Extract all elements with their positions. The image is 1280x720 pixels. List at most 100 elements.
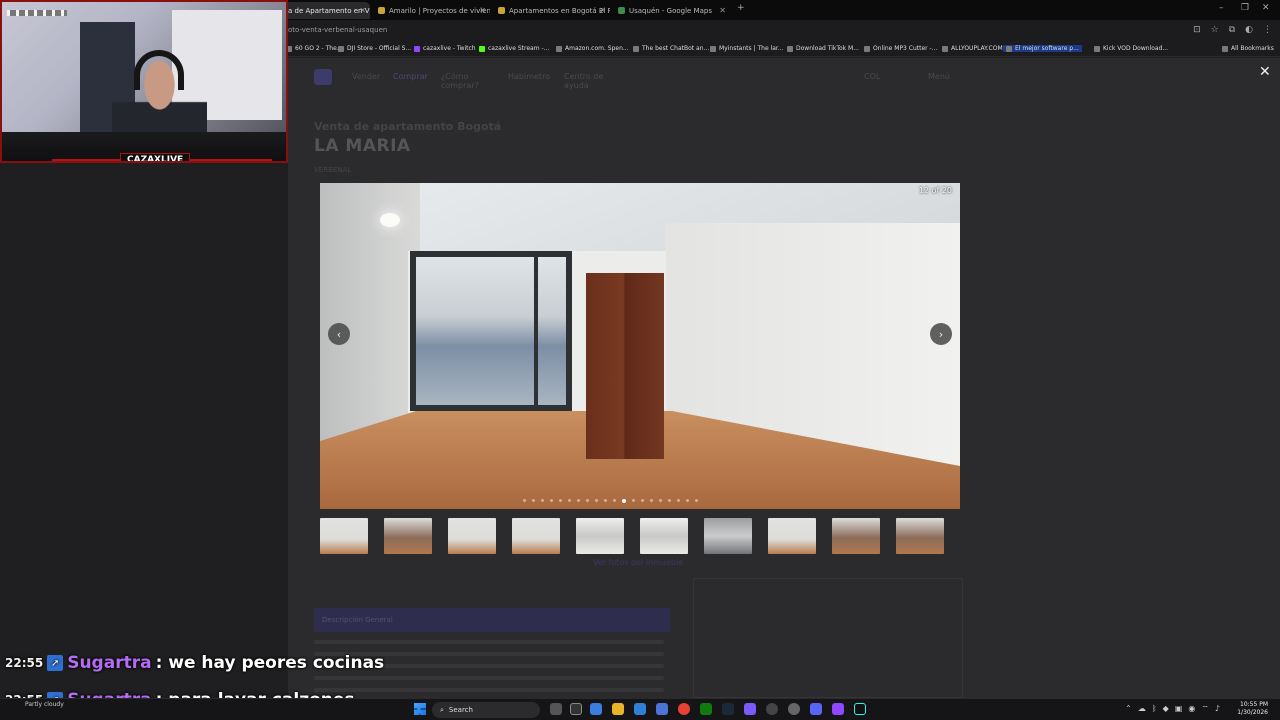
extensions-icon[interactable]: ⧉ — [1229, 25, 1235, 35]
gallery-thumbnail[interactable] — [576, 518, 624, 554]
obs-icon[interactable] — [766, 703, 778, 715]
bookmark[interactable]: El mejor software p... — [1003, 45, 1082, 52]
prev-photo-button[interactable]: ‹ — [328, 323, 350, 345]
taskbar-search[interactable]: ⌕ Search — [432, 702, 540, 718]
twitch-icon[interactable] — [832, 703, 844, 715]
pagination-dot[interactable] — [659, 499, 662, 502]
bookmark-label: cazaxlive Stream -... — [488, 45, 550, 52]
browser-tab[interactable]: Usaquén - Google Maps ✕ — [612, 2, 730, 19]
pagination-dot[interactable] — [650, 499, 653, 502]
gallery-thumbnail[interactable] — [640, 518, 688, 554]
minimize-icon[interactable]: – — [1219, 3, 1224, 13]
clock-date: 1/30/2026 — [1237, 709, 1268, 716]
close-tab-icon[interactable]: ✕ — [599, 6, 606, 15]
kebab-menu-icon[interactable]: ⋮ — [1263, 25, 1272, 35]
pagination-dot[interactable] — [523, 499, 526, 502]
gallery-thumbnail[interactable] — [448, 518, 496, 554]
profile-icon[interactable]: ◐ — [1245, 25, 1253, 35]
url-text[interactable]: oto-venta-verbenal-usaquen — [288, 26, 387, 34]
discord-icon[interactable] — [810, 703, 822, 715]
volume-icon[interactable]: ♪ — [1215, 704, 1220, 714]
gallery-thumbnail[interactable] — [704, 518, 752, 554]
bookmark[interactable]: Online MP3 Cutter -... — [864, 45, 937, 52]
bookmark[interactable]: The best ChatBot an... — [633, 45, 709, 52]
browser-tab[interactable]: Apartamentos en Bogotá El Pu ✕ — [492, 2, 610, 19]
pagination-dot[interactable] — [604, 499, 607, 502]
browser-tab-active[interactable]: a de Apartamento en VERB ✕ — [282, 2, 370, 19]
close-tab-icon[interactable]: ✕ — [359, 6, 366, 15]
search-icon: ⌕ — [440, 705, 444, 714]
pagination-dot[interactable] — [677, 499, 680, 502]
pagination-dot[interactable] — [559, 499, 562, 502]
weather-widget[interactable]: Partly cloudy — [25, 701, 64, 708]
close-gallery-icon[interactable]: ✕ — [1259, 64, 1271, 80]
bookmark[interactable]: Myinstants | The lar... — [710, 45, 784, 52]
pagination-dot[interactable] — [695, 499, 698, 502]
tray-app-icon[interactable]: ▣ — [1175, 704, 1183, 714]
gallery-thumbnail[interactable] — [832, 518, 880, 554]
bookmark[interactable]: cazaxlive - Twitch — [414, 45, 476, 52]
chevron-up-icon[interactable]: ⌃ — [1125, 704, 1132, 714]
task-view-icon[interactable] — [550, 703, 562, 715]
bookmark[interactable]: Kick VOD Download... — [1094, 45, 1168, 52]
steam-icon[interactable] — [722, 703, 734, 715]
taskbar-clock[interactable]: 10:55 PM 1/30/2026 — [1237, 701, 1268, 717]
tiktok-icon[interactable] — [854, 703, 866, 715]
tray-app-icon[interactable]: ◆ — [1163, 704, 1169, 714]
close-tab-icon[interactable]: ✕ — [719, 6, 726, 15]
app-icon[interactable] — [744, 703, 756, 715]
pagination-dot[interactable] — [686, 499, 689, 502]
gallery-thumbnail[interactable] — [896, 518, 944, 554]
bookmark-icon — [338, 45, 344, 52]
chrome-icon[interactable] — [678, 703, 690, 715]
close-tab-icon[interactable]: ✕ — [479, 6, 486, 15]
app-icon[interactable] — [570, 703, 582, 715]
wifi-icon[interactable]: ⌔ — [1201, 704, 1209, 714]
xbox-icon[interactable] — [700, 703, 712, 715]
pagination-dot[interactable] — [541, 499, 544, 502]
pagination-dot[interactable] — [622, 499, 626, 503]
windows-start-icon[interactable] — [414, 703, 426, 715]
pagination-dot[interactable] — [586, 499, 589, 502]
bookmark[interactable]: ALLYOUPLAY.COM -... — [942, 45, 1012, 52]
bookmark-star-icon[interactable]: ☆ — [1211, 25, 1219, 35]
gallery-thumbnail[interactable] — [768, 518, 816, 554]
all-bookmarks[interactable]: All Bookmarks — [1222, 45, 1274, 52]
bookmark[interactable]: DJI Store - Official S... — [338, 45, 411, 52]
listing-location: VERBENAL — [314, 166, 352, 174]
pagination-dot[interactable] — [568, 499, 571, 502]
pagination-dot[interactable] — [632, 499, 635, 502]
pagination-dot[interactable] — [641, 499, 644, 502]
browser-tab[interactable]: Amarilo | Proyectos de vivienda ✕ — [372, 2, 490, 19]
pagination-dot[interactable] — [532, 499, 535, 502]
bookmark-label: Online MP3 Cutter -... — [873, 45, 938, 52]
pagination-dot[interactable] — [550, 499, 553, 502]
bluetooth-icon[interactable]: ᛒ — [1152, 704, 1157, 714]
install-icon[interactable]: ⊡ — [1193, 25, 1201, 35]
gallery-thumbnail[interactable] — [320, 518, 368, 554]
pagination-dot[interactable] — [613, 499, 616, 502]
bookmark[interactable]: 60 GO 2 - The... — [286, 45, 343, 52]
tray-app-icon[interactable]: ◉ — [1188, 704, 1195, 714]
pagination-dot[interactable] — [595, 499, 598, 502]
tray-app-icon[interactable]: ☁ — [1138, 704, 1146, 714]
store-icon[interactable] — [656, 703, 668, 715]
mail-icon[interactable] — [634, 703, 646, 715]
gallery-thumbnail[interactable] — [384, 518, 432, 554]
app-icon[interactable] — [788, 703, 800, 715]
bookmark[interactable]: Download TikTok M... — [787, 45, 859, 52]
close-window-icon[interactable]: ✕ — [1262, 3, 1270, 13]
gallery-main-photo[interactable]: 12 of 20 ‹ › — [320, 183, 960, 509]
bookmark-icon — [1006, 45, 1012, 52]
pagination-dot[interactable] — [577, 499, 580, 502]
bookmark[interactable]: Amazon.com. Spen... — [556, 45, 629, 52]
restore-icon[interactable]: ❐ — [1241, 3, 1249, 13]
edge-icon[interactable] — [590, 703, 602, 715]
new-tab-icon[interactable]: + — [737, 3, 745, 13]
bookmark[interactable]: cazaxlive Stream -... — [479, 45, 549, 52]
pagination-dot[interactable] — [668, 499, 671, 502]
next-photo-button[interactable]: › — [930, 323, 952, 345]
gallery-thumbnail[interactable] — [512, 518, 560, 554]
currency-selector: COL — [864, 72, 881, 81]
file-explorer-icon[interactable] — [612, 703, 624, 715]
